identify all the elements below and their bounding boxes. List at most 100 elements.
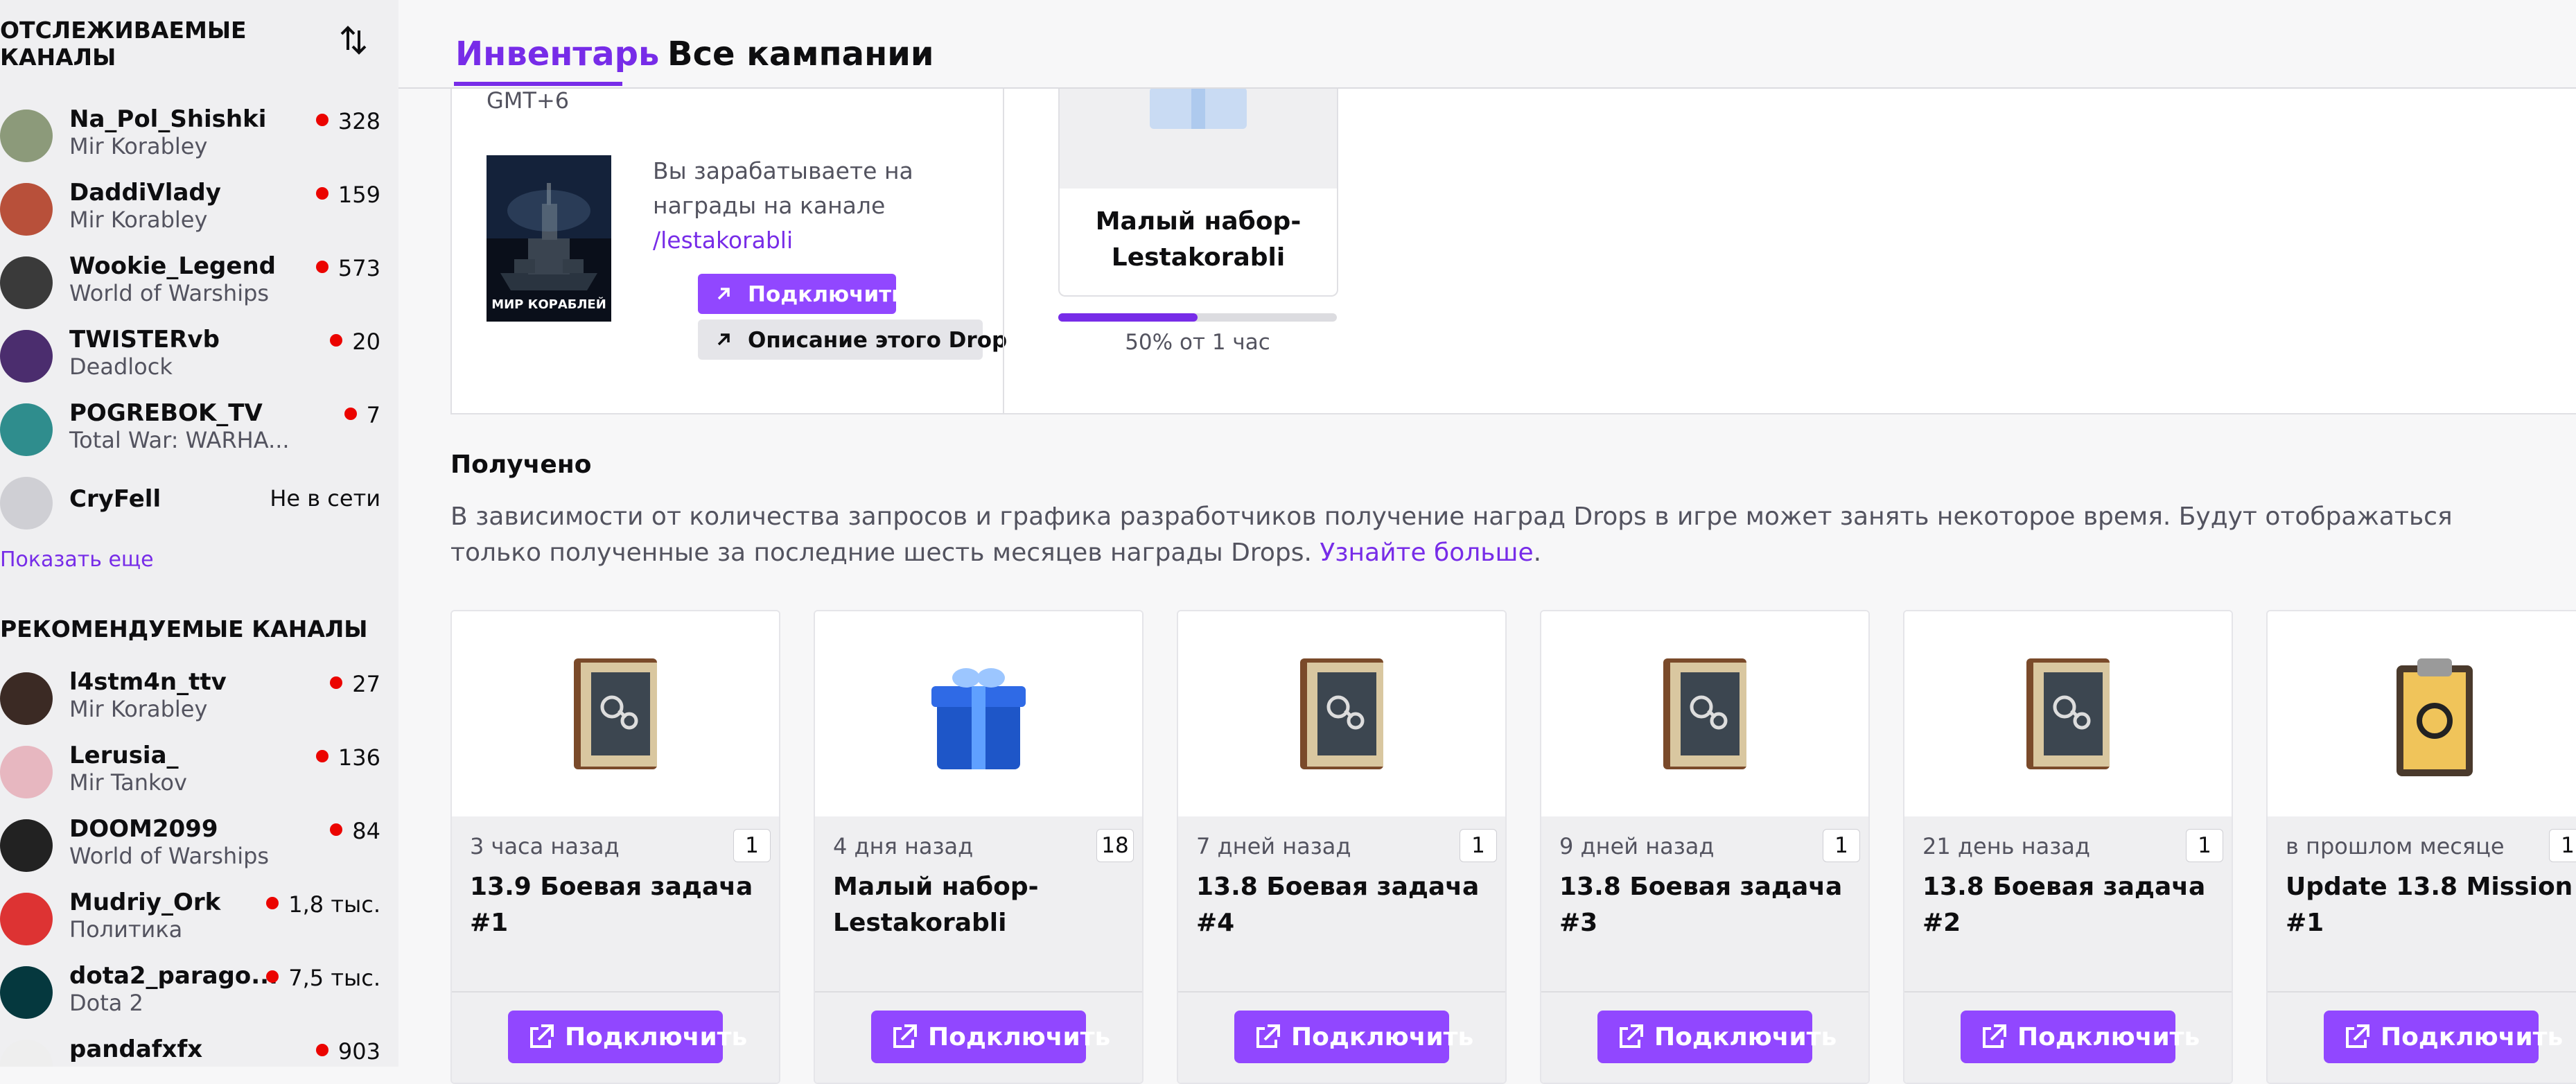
tab-all-campaigns[interactable]: Все кампании — [667, 35, 934, 73]
channel-row[interactable]: pandafxfx 903 — [0, 1033, 398, 1067]
followed-channels-title: ОТСЛЕЖИВАЕМЫЕ КАНАЛЫ — [0, 17, 247, 71]
reward-count-badge: 1 — [733, 829, 771, 862]
sort-icon[interactable] — [333, 19, 374, 61]
channel-name: DOOM2099 — [69, 815, 218, 843]
campaign-connect-label: Подключить — [748, 282, 905, 307]
reward-name: Малый набор-Lestakorabli — [833, 873, 1039, 937]
avatar[interactable] — [0, 1040, 53, 1067]
channel-game: Dota 2 — [69, 990, 143, 1016]
channel-name: Mudriy_Ork — [69, 889, 221, 916]
learn-more-link[interactable]: Узнайте больше — [1320, 539, 1533, 567]
avatar[interactable] — [0, 330, 53, 383]
channel-row[interactable]: TWISTERvb Deadlock 20 — [0, 323, 398, 395]
live-indicator-icon — [315, 750, 328, 762]
avatar[interactable] — [0, 893, 53, 945]
gift-icon — [916, 645, 1041, 783]
received-description: В зависимости от количества запросов и г… — [450, 499, 2543, 571]
channel-row[interactable]: Na_Pol_Shishki Mir Korabley 328 — [0, 103, 398, 175]
reward-connect-button[interactable]: Подключить — [1234, 1011, 1473, 1063]
avatar[interactable] — [0, 256, 53, 309]
viewer-count: 573 — [315, 255, 380, 281]
avatar[interactable] — [0, 110, 53, 162]
channel-row[interactable]: Mudriy_Ork Политика 1,8 тыс. — [0, 886, 398, 958]
progress-text: 50% от 1 час — [1125, 330, 1270, 355]
divider — [452, 991, 779, 993]
reward-connect-button[interactable]: Подключить — [1597, 1011, 1837, 1063]
external-link-icon — [1256, 1024, 1280, 1048]
viewer-count-text: 20 — [352, 329, 380, 355]
reward-card: в прошлом месяце 1 Update 13.8 Mission #1 П… — [2266, 610, 2576, 1084]
battleship-image — [487, 155, 611, 322]
viewer-count-text: 903 — [338, 1038, 380, 1065]
book-icon — [1642, 645, 1767, 783]
arrow-up-right-icon — [717, 333, 730, 346]
viewer-count: 27 — [330, 671, 380, 697]
avatar[interactable] — [0, 403, 53, 456]
viewer-count: 84 — [330, 818, 380, 844]
reward-connect-button[interactable]: Подключить — [871, 1011, 1110, 1063]
avatar[interactable] — [0, 819, 53, 872]
channel-game: Mir Tankov — [69, 769, 187, 796]
channel-row[interactable]: Lerusia_ Mir Tankov 136 — [0, 739, 398, 811]
external-link-icon — [2346, 1024, 2369, 1048]
live-indicator-icon — [315, 114, 328, 126]
viewer-count: 1,8 тыс. — [266, 891, 380, 918]
channel-name: pandafxfx — [69, 1035, 203, 1063]
channel-row[interactable]: dota2_parago... Dota 2 7,5 тыс. — [0, 959, 398, 1031]
live-indicator-icon — [315, 187, 328, 200]
reward-connect-button[interactable]: Подключить — [1961, 1011, 2200, 1063]
viewer-count: 903 — [315, 1038, 380, 1065]
campaign-connect-button[interactable]: Подключить — [698, 274, 905, 314]
reward-name: 13.8 Боевая задача #3 — [1559, 873, 1843, 937]
channel-row[interactable]: POGREBOK_TV Total War: WARHA... 7 — [0, 396, 398, 469]
channel-row[interactable]: DaddiVlady Mir Korabley 159 — [0, 176, 398, 248]
divider — [1541, 991, 1868, 993]
reward-image — [1178, 611, 1505, 816]
reward-card: 9 дней назад 1 13.8 Боевая задача #3 Подклю… — [1540, 610, 1870, 1084]
channel-row[interactable]: CryFell Не в сети — [0, 470, 398, 542]
reward-name: Update 13.8 Mission #1 — [2286, 873, 2573, 937]
external-link-icon — [1620, 1024, 1643, 1048]
viewer-count: Не в сети — [270, 485, 380, 512]
avatar[interactable] — [0, 746, 53, 798]
show-more-link[interactable]: Показать еще — [0, 548, 154, 572]
avatar[interactable] — [0, 672, 53, 725]
viewer-count-text: 7,5 тыс. — [288, 965, 380, 991]
avatar[interactable] — [0, 183, 53, 236]
channel-row[interactable]: DOOM2099 World of Warships 84 — [0, 812, 398, 884]
viewer-count: 328 — [315, 108, 380, 134]
viewer-count: 7 — [344, 402, 380, 428]
channel-game: Политика — [69, 916, 183, 943]
channel-game: Total War: WARHA... — [69, 427, 290, 453]
reward-connect-label: Подключить — [565, 1023, 748, 1051]
reward-info: в прошлом месяце 1 Update 13.8 Mission #1 П… — [2268, 816, 2576, 1083]
tab-bar: Инвентарь Все кампании — [398, 0, 2576, 89]
channel-link[interactable]: /lestakorabli — [653, 227, 793, 254]
reward-name: 13.8 Боевая задача #4 — [1196, 873, 1480, 937]
received-time: 7 дней назад — [1196, 833, 1351, 859]
viewer-count-text: 7 — [366, 402, 380, 428]
avatar[interactable] — [0, 477, 53, 530]
live-indicator-icon — [266, 897, 279, 909]
tab-inventory[interactable]: Инвентарь — [455, 35, 659, 73]
recommended-channels-title: РЕКОМЕНДУЕМЫЕ КАНАЛЫ — [0, 615, 368, 642]
avatar[interactable] — [0, 966, 53, 1019]
reward-connect-button[interactable]: Подключить — [2324, 1011, 2563, 1063]
reward-card: 3 часа назад 1 13.9 Боевая задача #1 Подклю… — [450, 610, 780, 1084]
game-cover-image[interactable]: МИР КОРАБЛЕЙ — [487, 155, 611, 322]
drop-description-label: Описание этого Drop — [748, 328, 1008, 353]
reward-name: 13.8 Боевая задача #2 — [1922, 873, 2206, 937]
channel-row[interactable]: l4stm4n_ttv Mir Korabley 27 — [0, 665, 398, 737]
drop-description-button[interactable]: Описание этого Drop — [698, 320, 1007, 360]
channel-row[interactable]: Wookie_Legend World of Warships 573 — [0, 250, 398, 322]
reward-count-badge: 1 — [1460, 829, 1497, 862]
reward-info: 21 день назад 1 13.8 Боевая задача #2 Подкл… — [1904, 816, 2232, 1083]
channel-name: Wookie_Legend — [69, 252, 276, 280]
followed-title-line2: КАНАЛЫ — [0, 44, 116, 71]
reward-info: 4 дня назад 18 Малый набор-Lestakorabli Под… — [815, 816, 1142, 1083]
reward-card: Малый набор-Lestakorabli — [1058, 87, 1338, 297]
channel-name: POGREBOK_TV — [69, 399, 263, 427]
reward-connect-button[interactable]: Подключить — [508, 1011, 747, 1063]
channel-game: Mir Korabley — [69, 133, 208, 159]
reward-connect-label: Подключить — [1654, 1023, 1837, 1051]
